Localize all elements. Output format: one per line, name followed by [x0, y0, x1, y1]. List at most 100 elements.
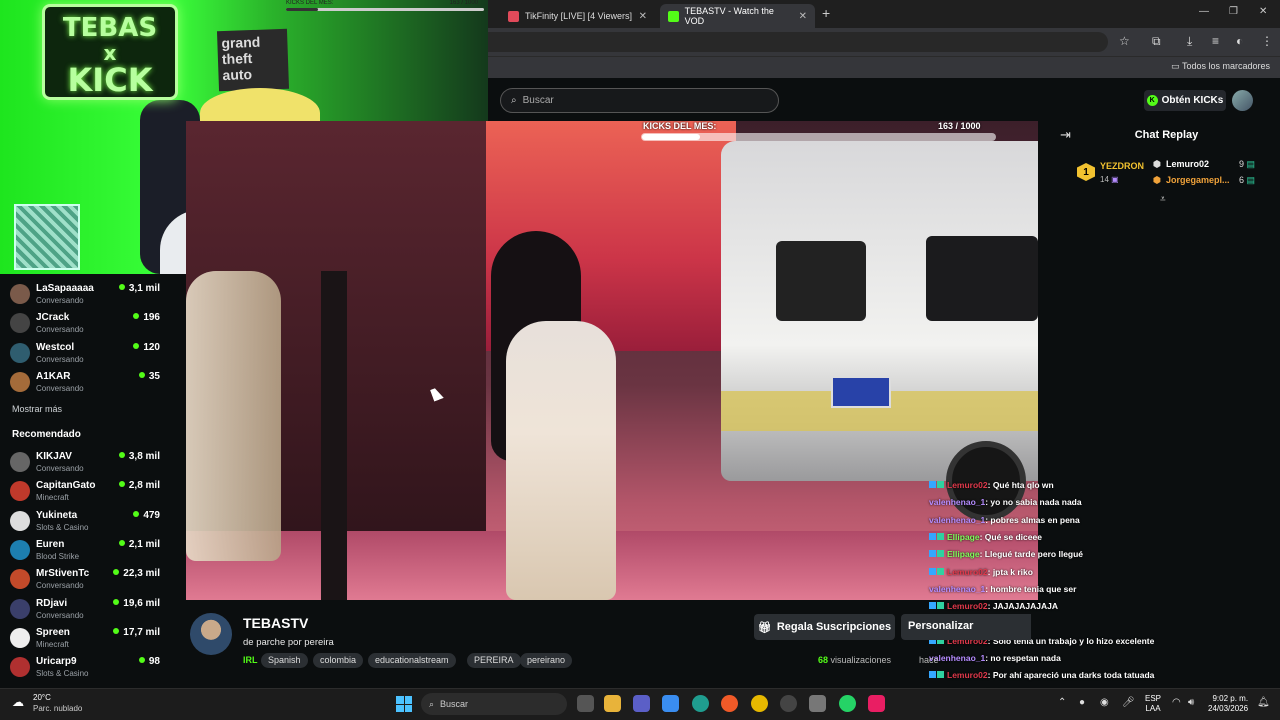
streamer-name[interactable]: TEBASTV [243, 615, 308, 631]
gifter-name[interactable]: Jorgegamepl... [1166, 175, 1230, 185]
tag[interactable]: colombia [313, 653, 364, 668]
volume-icon[interactable]: 🔊︎ [1188, 697, 1194, 708]
tray-chevron-icon[interactable]: ⌃ [1058, 697, 1066, 708]
chat-username[interactable]: Lemuro02 [947, 601, 988, 611]
file-explorer-icon[interactable] [604, 695, 621, 712]
chat-username[interactable]: Ellipage [947, 532, 980, 542]
streamer-avatar[interactable] [190, 613, 232, 655]
chat-username[interactable]: valenhenao_1 [929, 584, 985, 594]
bookmark-star-icon[interactable]: ☆ [1119, 34, 1130, 48]
show-more-link[interactable]: Mostrar más [12, 404, 62, 414]
chat-username[interactable]: Lemuro02 [947, 480, 988, 490]
sidebar-channel-uricarp9[interactable]: Uricarp9 Slots & Casino 98 [10, 653, 160, 681]
sidebar-channel-lasapaaaaa[interactable]: LaSapaaaaa Conversando 3,1 mil [10, 280, 160, 308]
expand-leaderboard-icon[interactable]: ⩡ [1160, 194, 1166, 205]
extensions-icon[interactable]: ⧉ [1152, 34, 1161, 49]
tab-tebastv[interactable]: TEBASTV - Watch the VOD ✕ [660, 4, 815, 28]
download-icon[interactable]: ⤓ [1187, 34, 1192, 49]
webcam-goal-count: 163 / 1000 [449, 0, 478, 6]
search-input[interactable]: ⌕ Buscar [500, 88, 779, 113]
copilot-icon[interactable] [662, 695, 679, 712]
wifi-icon[interactable]: ◠ [1172, 697, 1181, 708]
new-tab-button[interactable]: + [822, 5, 830, 21]
sidebar-channel-kikjav[interactable]: KIKJAV Conversando 3,8 mil [10, 448, 160, 476]
clock-date: 24/03/2026 [1208, 704, 1249, 713]
chat-message: Lemuro02: Por ahí apareció una darks tod… [929, 670, 1154, 680]
notification-icon[interactable]: 🔔︎ [1257, 697, 1270, 708]
all-bookmarks[interactable]: ▭ Todos los marcadores [1171, 61, 1270, 72]
chat-username[interactable]: Ellipage [947, 549, 980, 559]
channel-viewers: 35 [139, 371, 160, 382]
profile-icon[interactable]: ◐ [1236, 34, 1243, 48]
edge-icon[interactable] [692, 695, 709, 712]
leaderboard-top-user[interactable]: YEZDRON [1100, 161, 1144, 171]
whatsapp-icon[interactable] [839, 695, 856, 712]
sidebar-channel-mrstiventc[interactable]: MrStivenTc Conversando 22,3 mil [10, 565, 160, 593]
video-player[interactable]: KICKS DEL MES: 163 / 1000 [186, 121, 1038, 600]
tag[interactable]: PEREIRA [467, 653, 521, 668]
sidebar-channel-yukineta[interactable]: Yukineta Slots & Casino 479 [10, 507, 160, 535]
chat-message: Ellipage: Qué se diceee [929, 532, 1042, 542]
video-pole [321, 271, 347, 600]
chat-username[interactable]: valenhenao_1 [929, 497, 985, 507]
get-kicks-button[interactable]: K Obtén KICKs [1144, 90, 1226, 111]
microphone-icon[interactable]: 🎤︎ [1122, 697, 1135, 708]
close-icon[interactable]: ✕ [633, 11, 647, 22]
chrome-icon[interactable] [751, 695, 768, 712]
channel-viewers: 479 [133, 510, 160, 521]
customize-button[interactable]: Personalizar [901, 614, 1031, 640]
sidebar-channel-westcol[interactable]: Westcol Conversando 120 [10, 339, 160, 367]
stream-category[interactable]: IRL [243, 655, 258, 665]
chat-username[interactable]: Lemuro02 [947, 567, 988, 577]
maximize-button[interactable]: ❐ [1229, 6, 1238, 17]
gifter-count-value: 6 [1239, 175, 1245, 185]
sidebar-channel-jcrack[interactable]: JCrack Conversando 196 [10, 309, 160, 337]
reading-list-icon[interactable]: ≡ [1212, 34, 1219, 48]
url-field[interactable] [488, 32, 1108, 52]
close-window-button[interactable]: ✕ [1259, 6, 1267, 17]
video-goal-label: KICKS DEL MES: [643, 121, 717, 131]
gift-subs-button[interactable]: 🎁︎ Regala Suscripciones [754, 614, 895, 640]
tray-app-icon[interactable]: ◉ [1100, 697, 1109, 708]
settings-icon[interactable] [809, 695, 826, 712]
channel-viewers: 3,8 mil [119, 451, 160, 462]
clock[interactable]: 9:02 p. m. 24/03/2026 [1208, 694, 1248, 714]
language-indicator[interactable]: ESP LAA [1145, 694, 1161, 714]
channel-category: Conversando [36, 325, 84, 335]
menu-icon[interactable]: ⋮ [1261, 34, 1273, 48]
user-avatar[interactable] [1232, 90, 1253, 111]
chat-title: Chat Replay [1134, 129, 1199, 141]
chat-username[interactable]: valenhenao_1 [929, 515, 985, 525]
teams-icon[interactable] [633, 695, 650, 712]
weather-icon[interactable]: ☁ [12, 695, 24, 709]
taskbar-search[interactable]: ⌕ Buscar [421, 693, 567, 715]
tag[interactable]: pereirano [520, 653, 573, 668]
tag[interactable]: educationalstream [368, 653, 456, 668]
channel-avatar [10, 342, 30, 363]
weather-desc[interactable]: Parc. nublado [33, 704, 82, 713]
start-button[interactable] [396, 696, 412, 712]
minimize-button[interactable]: — [1199, 6, 1209, 17]
tray-app-icon[interactable]: ● [1079, 697, 1085, 708]
gifter-name[interactable]: Lemuro02 [1166, 159, 1209, 169]
tag[interactable]: Spanish [261, 653, 308, 668]
sidebar-channel-spreen[interactable]: Spreen Minecraft 17,7 mil [10, 624, 160, 652]
close-icon[interactable]: ✕ [793, 11, 807, 22]
task-view-icon[interactable] [577, 695, 594, 712]
channel-viewers: 2,1 mil [119, 539, 160, 550]
firefox-icon[interactable] [721, 695, 738, 712]
tab-tikfinity[interactable]: TikFinity [LIVE] [4 Viewers] ✕ [500, 4, 655, 28]
neon-line-1: TEBAS [62, 13, 158, 43]
weather-temp[interactable]: 20°C [33, 693, 51, 702]
sidebar-channel-a1kar[interactable]: A1KAR Conversando 35 [10, 368, 160, 396]
sidebar-channel-rdjavi[interactable]: RDjavi Conversando 19,6 mil [10, 595, 160, 623]
sidebar-channel-euren[interactable]: Euren Blood Strike 2,1 mil [10, 536, 160, 564]
channel-viewers: 22,3 mil [113, 568, 160, 579]
sidebar-channel-capitangato[interactable]: CapitanGato Minecraft 2,8 mil [10, 477, 160, 505]
recommended-title: Recomendado [12, 429, 81, 440]
app-icon[interactable] [780, 695, 797, 712]
pattern-frame [14, 204, 80, 270]
chat-username[interactable]: Lemuro02 [947, 670, 988, 680]
channel-category: Conversando [36, 296, 84, 305]
tiktok-icon[interactable] [868, 695, 885, 712]
